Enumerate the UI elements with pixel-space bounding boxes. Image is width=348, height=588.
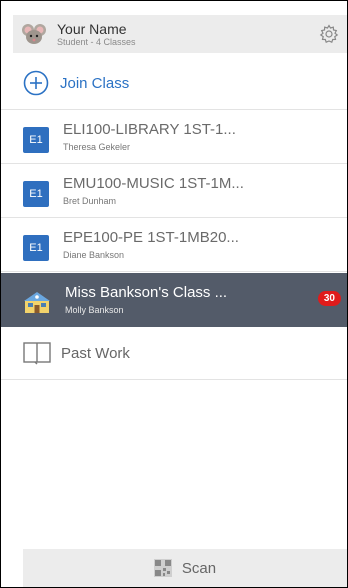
- class-title: Miss Bankson's Class ...: [65, 283, 228, 301]
- class-teacher: Diane Bankson: [63, 249, 125, 260]
- past-work-label: Past Work: [61, 344, 130, 362]
- class-teacher: Theresa Gekeler: [63, 141, 131, 152]
- notification-count-badge: 30: [317, 291, 341, 306]
- profile-header[interactable]: Your Name Student - 4 Classes: [13, 15, 347, 53]
- mouse-avatar-icon: [21, 21, 47, 47]
- house-icon: [23, 290, 51, 314]
- class-teacher: Molly Bankson: [65, 304, 124, 315]
- class-title: ELI100-LIBRARY 1ST-1...: [63, 120, 236, 138]
- join-class-button[interactable]: Join Class: [1, 57, 347, 110]
- user-name: Your Name: [57, 20, 127, 37]
- class-item[interactable]: E1 EMU100-MUSIC 1ST-1M... Bret Dunham: [1, 164, 347, 218]
- class-title: EPE100-PE 1ST-1MB20...: [63, 228, 239, 246]
- scan-button[interactable]: Scan: [23, 549, 347, 587]
- scan-label: Scan: [181, 559, 217, 577]
- class-badge: E1: [23, 234, 49, 261]
- class-item-selected[interactable]: Miss Bankson's Class ... Molly Bankson 3…: [1, 273, 347, 327]
- class-item[interactable]: E1 EPE100-PE 1ST-1MB20... Diane Bankson: [1, 218, 347, 272]
- plus-circle-icon: [23, 70, 49, 96]
- class-teacher: Bret Dunham: [63, 195, 117, 206]
- class-title: EMU100-MUSIC 1ST-1M...: [63, 174, 244, 192]
- user-subtitle: Student - 4 Classes: [57, 36, 136, 47]
- class-badge: E1: [23, 126, 49, 153]
- app-window: Your Name Student - 4 Classes Join Class…: [0, 0, 348, 588]
- past-work-button[interactable]: Past Work: [1, 327, 347, 380]
- qr-code-icon: [153, 559, 172, 577]
- book-icon: [23, 341, 51, 365]
- join-class-label: Join Class: [60, 74, 130, 92]
- class-badge: E1: [23, 180, 49, 207]
- class-item[interactable]: E1 ELI100-LIBRARY 1ST-1... Theresa Gekel…: [1, 110, 347, 164]
- gear-icon[interactable]: [319, 24, 339, 44]
